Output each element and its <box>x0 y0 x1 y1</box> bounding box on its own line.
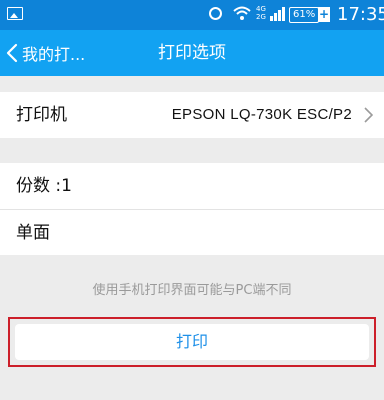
copies-label: 份数 :1 <box>16 176 72 196</box>
printer-section: 打印机 EPSON LQ-730K ESC/P2 <box>0 92 384 138</box>
charging-icon: + <box>318 7 330 22</box>
signal-icon <box>270 7 285 21</box>
chevron-right-icon <box>364 107 373 123</box>
status-bar: 4G 2G 61% + 17:35 <box>0 0 384 30</box>
alarm-icon <box>209 7 222 20</box>
printer-row[interactable]: 打印机 EPSON LQ-730K ESC/P2 <box>0 92 384 138</box>
battery-icon: 61% <box>289 7 320 23</box>
printer-label: 打印机 <box>16 105 67 125</box>
back-button[interactable]: 我的打... <box>6 30 85 76</box>
sides-label: 单面 <box>16 223 50 243</box>
copies-row[interactable]: 份数 :1 <box>0 163 384 209</box>
title-bar: 我的打... 打印选项 <box>0 30 384 76</box>
wifi-icon <box>233 6 251 20</box>
image-icon <box>7 7 23 20</box>
back-label: 我的打... <box>22 45 86 64</box>
chevron-left-icon <box>6 43 18 63</box>
printer-value: EPSON LQ-730K ESC/P2 <box>171 106 352 123</box>
note-text: 使用手机打印界面可能与PC端不同 <box>92 283 292 298</box>
sides-row[interactable]: 单面 <box>0 209 384 255</box>
options-section: 份数 :1 单面 <box>0 163 384 255</box>
battery-level: 61% <box>293 9 316 20</box>
status-time: 17:35 <box>337 4 384 25</box>
network-type-label: 4G 2G <box>256 5 266 21</box>
print-button[interactable]: 打印 <box>8 317 376 367</box>
print-button-label: 打印 <box>15 324 369 360</box>
